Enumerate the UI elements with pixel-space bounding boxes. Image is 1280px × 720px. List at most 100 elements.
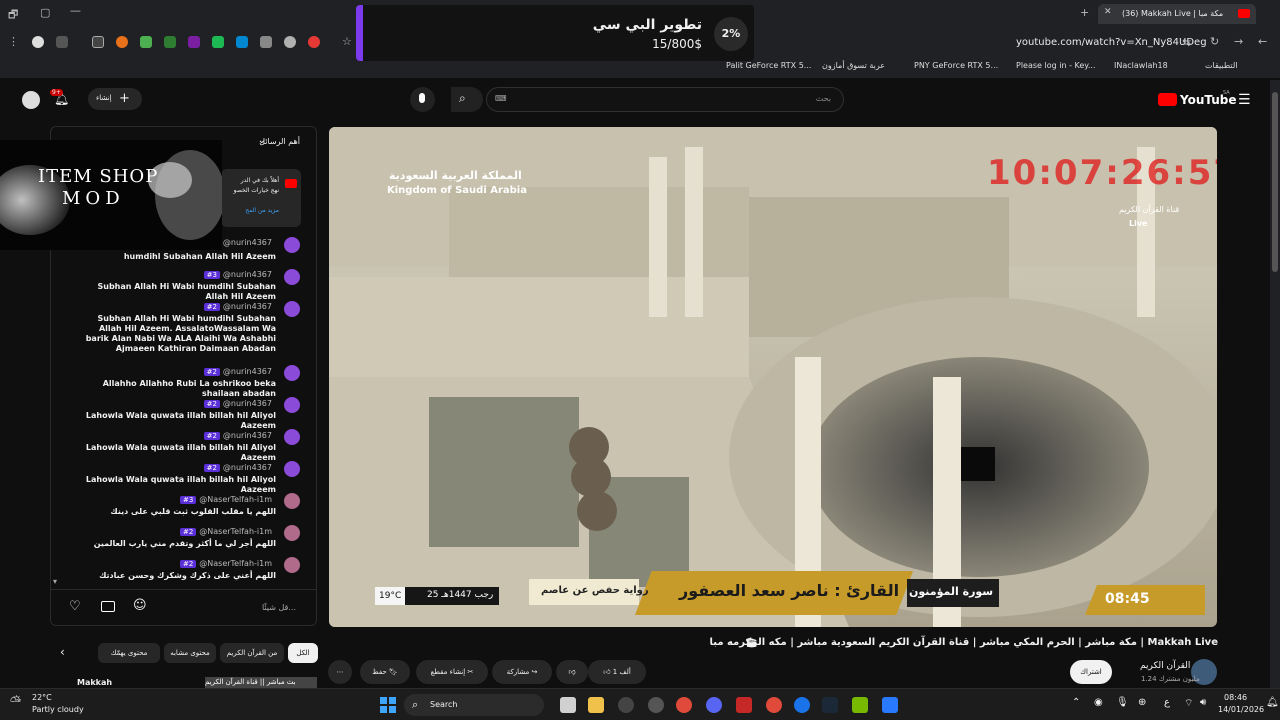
like-button[interactable]: 👍︎ 1 ألف xyxy=(588,660,646,684)
extension-orange-icon[interactable] xyxy=(116,36,128,48)
bookmark-pny[interactable]: PNY GeForce RTX 5... xyxy=(914,61,998,70)
chip-all[interactable]: الكل xyxy=(288,643,318,663)
network-icon[interactable]: ⊕ xyxy=(1138,697,1146,708)
emoji-icon[interactable]: ☺ xyxy=(133,598,147,613)
message-author[interactable]: @NaserTelfah-i1m xyxy=(199,495,272,504)
weather-icon[interactable]: ⛅︎ xyxy=(10,694,21,710)
window-restore-icon[interactable]: ▢ xyxy=(40,6,50,19)
avatar[interactable] xyxy=(22,91,40,109)
chat-input[interactable]: قل شيئًا... xyxy=(262,603,296,612)
page-scrollbar[interactable] xyxy=(1270,80,1280,688)
clip-button[interactable]: إنشاء مقطع ✂ xyxy=(416,660,488,684)
channel-name[interactable]: القرآن الكريم xyxy=(1140,661,1190,671)
tray-chevron-icon[interactable]: ⌃ xyxy=(1072,697,1080,708)
tune-icon[interactable]: ⇆ xyxy=(1182,36,1191,49)
scroll-down-icon[interactable]: ▾ xyxy=(53,577,57,586)
author-avatar[interactable] xyxy=(284,237,300,253)
author-avatar[interactable] xyxy=(284,461,300,477)
subscribe-button[interactable]: اشتراك xyxy=(1070,660,1112,684)
app-red-icon[interactable] xyxy=(736,697,752,713)
bookmark-palit[interactable]: Palit GeForce RTX 5... xyxy=(726,61,811,70)
extension-k-icon[interactable] xyxy=(164,36,176,48)
microphone-icon[interactable]: 🎙︎ xyxy=(1116,697,1129,708)
author-avatar[interactable] xyxy=(284,365,300,381)
weather-temp[interactable]: 22°C xyxy=(32,693,52,702)
video-player[interactable]: المملكة العربية السعودية Kingdom of Saud… xyxy=(329,127,1217,627)
bookmark-keydrop[interactable]: Please log in - Key... xyxy=(1016,61,1096,70)
author-avatar[interactable] xyxy=(284,269,300,285)
back-icon[interactable]: ← xyxy=(1258,35,1267,48)
extension-icon[interactable] xyxy=(56,36,68,48)
bookmark-amazon[interactable]: عربة تسوق أمازون xyxy=(822,61,885,70)
bookmark-apps[interactable]: التطبيقات xyxy=(1205,61,1237,70)
next-video-title[interactable]: بث مباشر || قناة القرآن الكريم xyxy=(205,678,296,686)
dislike-button[interactable]: 👎︎ xyxy=(556,660,588,684)
extension-blue-icon[interactable] xyxy=(236,36,248,48)
sound-icon[interactable] xyxy=(260,36,272,48)
app-blue-icon[interactable] xyxy=(882,697,898,713)
youtube-logo-icon[interactable] xyxy=(1158,93,1177,106)
chip-similar[interactable]: محتوى مشابه xyxy=(164,643,216,663)
new-tab-icon[interactable]: + xyxy=(1080,6,1089,19)
file-explorer-icon[interactable] xyxy=(588,697,604,713)
search-input[interactable]: بحث ⌨ xyxy=(486,87,844,112)
search-button[interactable]: ⌕ xyxy=(451,87,483,112)
extension-green-icon[interactable] xyxy=(140,36,152,48)
keyboard-icon[interactable]: ⌨ xyxy=(495,94,507,103)
clock-time[interactable]: 08:46 xyxy=(1224,693,1247,702)
message-author[interactable]: @nurin4367 xyxy=(223,367,272,376)
window-minimize-icon[interactable]: 🗗 xyxy=(8,6,18,25)
message-author[interactable]: @nurin4367 xyxy=(223,431,272,440)
voice-search-button[interactable] xyxy=(410,87,435,112)
active-tab[interactable]: ✕ (36) Makkah Live | مكة مبا xyxy=(1098,4,1256,24)
settings-icon[interactable] xyxy=(648,697,664,713)
chips-prev-icon[interactable]: ‹ xyxy=(60,645,65,659)
super-chat-icon[interactable] xyxy=(101,601,115,612)
pinned-message[interactable]: أهلاً بك في الدر نهج خيارات الخصو مزيد م… xyxy=(221,169,301,227)
message-author[interactable]: @nurin4367 xyxy=(223,463,272,472)
author-avatar[interactable] xyxy=(284,557,300,573)
hamburger-menu-icon[interactable]: ☰ xyxy=(1238,92,1251,108)
save-button[interactable]: حفظ 🔖︎ xyxy=(360,660,410,684)
input-language[interactable]: ع xyxy=(1164,697,1170,708)
chevron-down-icon[interactable]: ⌄ xyxy=(258,135,266,146)
message-author[interactable]: @nurin4367 xyxy=(223,238,272,247)
app-icon[interactable] xyxy=(618,697,634,713)
nvidia-icon[interactable] xyxy=(852,697,868,713)
pinned-more-link[interactable]: مزيد من المح xyxy=(245,207,279,214)
author-avatar[interactable] xyxy=(284,397,300,413)
chrome-active-icon[interactable] xyxy=(766,697,782,713)
message-author[interactable]: @nurin4367 xyxy=(223,399,272,408)
clock-date[interactable]: 14/01/2026 xyxy=(1218,705,1264,714)
share-button[interactable]: مشاركة ↪ xyxy=(492,660,552,684)
extension-kick-icon[interactable] xyxy=(212,36,224,48)
tab-close-icon[interactable]: ✕ xyxy=(1104,7,1112,17)
message-author[interactable]: @NaserTelfah-i1m xyxy=(199,527,272,536)
chrome-icon[interactable] xyxy=(676,697,692,713)
message-author[interactable]: @nurin4367 xyxy=(223,270,272,279)
notification-icon[interactable]: 🔔︎ xyxy=(1266,697,1279,708)
message-author[interactable]: @NaserTelfah-i1m xyxy=(199,559,272,568)
chip-quran[interactable]: من القرآن الكريم xyxy=(220,643,284,663)
window-close-icon[interactable]: — xyxy=(70,4,81,17)
bookmark-inaclawlah[interactable]: INaclawlah18 xyxy=(1114,61,1168,70)
address-bar-url[interactable]: youtube.com/watch?v=Xn_Ny84UDeg xyxy=(1016,37,1207,48)
chip-recommended[interactable]: محتوى يهمّك xyxy=(98,643,160,663)
discord-icon[interactable] xyxy=(706,697,722,713)
heart-icon[interactable]: ♡ xyxy=(69,599,81,614)
more-actions-button[interactable]: ⋯ xyxy=(328,660,352,684)
author-avatar[interactable] xyxy=(284,429,300,445)
author-avatar[interactable] xyxy=(284,493,300,509)
extension-gray-icon[interactable] xyxy=(284,36,296,48)
notifications-button[interactable]: 🔔︎ 9+ xyxy=(50,89,70,108)
create-button[interactable]: + إنشاء xyxy=(88,88,142,110)
weather-desc[interactable]: Partly cloudy xyxy=(32,705,84,714)
steam-icon[interactable] xyxy=(822,697,838,713)
tray-app-icon[interactable]: ◉ xyxy=(1094,697,1103,708)
profile-icon[interactable] xyxy=(32,36,44,48)
task-view-icon[interactable] xyxy=(560,697,576,713)
wifi-icon[interactable]: ⌔ xyxy=(1184,697,1193,710)
author-avatar[interactable] xyxy=(284,301,300,317)
author-avatar[interactable] xyxy=(284,525,300,541)
extension-red-icon[interactable] xyxy=(308,36,320,48)
